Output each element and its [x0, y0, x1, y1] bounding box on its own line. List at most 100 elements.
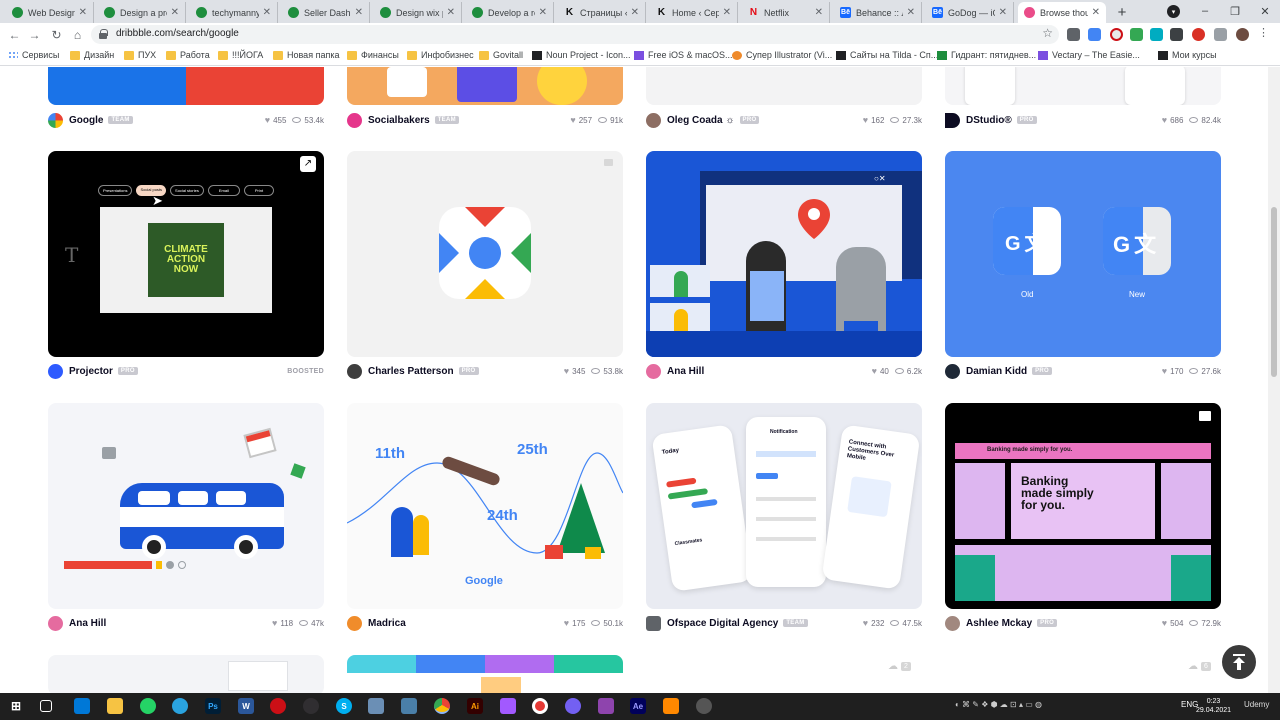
- heart-icon[interactable]: ♥: [570, 115, 575, 125]
- bookmark-folder[interactable]: Govitall: [479, 50, 523, 60]
- bookmark-item[interactable]: Сервисы: [8, 50, 59, 60]
- word-icon[interactable]: W: [238, 698, 254, 714]
- projector-logo-icon[interactable]: [48, 363, 63, 379]
- shot-thumbnail[interactable]: [347, 151, 623, 357]
- after-effects-icon[interactable]: Ae: [630, 698, 646, 714]
- vlc-icon[interactable]: [663, 698, 679, 714]
- author-name[interactable]: Google: [69, 115, 103, 126]
- menu-dots-icon[interactable]: ⋮: [1258, 26, 1271, 39]
- opera-icon[interactable]: [1110, 28, 1123, 41]
- heart-icon[interactable]: ♥: [863, 618, 868, 628]
- scroll-to-top-button[interactable]: [1222, 645, 1256, 679]
- close-tab-icon[interactable]: ✕: [263, 7, 271, 18]
- browser-tab[interactable]: BēBehance :: Лу✕: [834, 2, 922, 23]
- author-name[interactable]: Socialbakers: [368, 115, 430, 126]
- heart-icon[interactable]: ♥: [1162, 366, 1167, 376]
- heart-icon[interactable]: ♥: [1162, 115, 1167, 125]
- reload-button[interactable]: ↻: [49, 27, 64, 42]
- record-icon[interactable]: [532, 698, 548, 714]
- restore-button[interactable]: ❐: [1220, 2, 1250, 20]
- shot-thumbnail[interactable]: [48, 655, 324, 693]
- close-tab-icon[interactable]: ✕: [1092, 7, 1100, 18]
- chrome-icon[interactable]: [434, 698, 450, 714]
- url-text[interactable]: dribbble.com/search/google: [116, 28, 239, 39]
- author-name[interactable]: Damian Kidd: [966, 366, 1027, 377]
- open-external-icon[interactable]: ↗: [300, 156, 316, 172]
- author-name[interactable]: Charles Patterson: [368, 366, 454, 377]
- close-tab-icon[interactable]: ✕: [355, 7, 363, 18]
- avatar[interactable]: [347, 112, 362, 128]
- bookmark-folder[interactable]: Дизайн: [70, 50, 114, 60]
- avatar[interactable]: [347, 615, 362, 631]
- adblock-icon[interactable]: [1192, 28, 1205, 41]
- task-view-icon[interactable]: [40, 700, 52, 712]
- bookmark-item[interactable]: Vectary – The Easie...: [1038, 50, 1140, 60]
- illustrator-icon[interactable]: Ai: [467, 698, 483, 714]
- new-tab-button[interactable]: +: [1113, 3, 1131, 21]
- app-icon[interactable]: [598, 698, 614, 714]
- browser-tab[interactable]: N Netflix ✕: [742, 2, 830, 23]
- shot-thumbnail[interactable]: [48, 67, 324, 105]
- close-tab-icon[interactable]: ✕: [79, 7, 87, 18]
- skype-icon[interactable]: S: [336, 698, 352, 714]
- avatar[interactable]: [945, 363, 960, 379]
- back-button[interactable]: ←: [7, 27, 22, 42]
- bookmark-item[interactable]: Free iOS & macOS...: [634, 50, 733, 60]
- close-tab-icon[interactable]: ✕: [907, 7, 915, 18]
- heart-icon[interactable]: ♥: [863, 115, 868, 125]
- media-control-icon[interactable]: ▾: [1167, 5, 1180, 18]
- bookmark-item[interactable]: Супер Illustrator (Vi...: [732, 50, 832, 60]
- address-bar[interactable]: dribbble.com/search/google ☆: [91, 25, 1059, 44]
- telegram-icon[interactable]: [172, 698, 188, 714]
- opera-icon[interactable]: [270, 698, 286, 714]
- ofspace-logo-icon[interactable]: [646, 615, 661, 631]
- close-tab-icon[interactable]: ✕: [723, 7, 731, 18]
- shot-thumbnail[interactable]: ↗ Presentations Social posts Social stor…: [48, 151, 324, 357]
- heart-icon[interactable]: ♥: [1162, 618, 1167, 628]
- tray-icons[interactable]: ◐ ⌘ ✎ ❖ ⬢ ☁ ⊡ ▴ ▭ ◍: [955, 700, 1042, 709]
- browser-tab[interactable]: KСтраницы ‹ C✕: [558, 2, 646, 23]
- browser-tab[interactable]: Design a prof✕: [98, 2, 186, 23]
- author-name[interactable]: Ofspace Digital Agency: [667, 618, 778, 629]
- close-tab-icon[interactable]: ✕: [999, 7, 1007, 18]
- app-icon[interactable]: [368, 698, 384, 714]
- bookmark-star-icon[interactable]: ☆: [1042, 26, 1053, 40]
- extension-dark-icon[interactable]: [1170, 28, 1183, 41]
- bookmark-folder[interactable]: Работа: [166, 50, 210, 60]
- bookmark-folder[interactable]: Новая папка: [273, 50, 339, 60]
- obs-icon[interactable]: [303, 698, 319, 714]
- bookmark-folder[interactable]: !!!ЙОГА: [218, 50, 263, 60]
- windows-start-icon[interactable]: ⊞: [8, 698, 24, 714]
- extensions-puzzle-icon[interactable]: [1214, 28, 1227, 41]
- page-scrollbar[interactable]: [1268, 67, 1280, 693]
- author-name[interactable]: Madrica: [368, 618, 406, 629]
- bookmark-item[interactable]: Гидрант: пятиднев...: [937, 50, 1036, 60]
- avatar[interactable]: [945, 615, 960, 631]
- bookmark-item[interactable]: Мои курсы: [1158, 50, 1217, 60]
- avatar[interactable]: [347, 363, 362, 379]
- avatar[interactable]: [646, 112, 661, 128]
- bookmark-folder[interactable]: ПУХ: [124, 50, 156, 60]
- viber-icon[interactable]: [565, 698, 581, 714]
- app-icon[interactable]: [401, 698, 417, 714]
- author-name[interactable]: Oleg Coada ☼: [667, 115, 735, 126]
- bookmark-folder[interactable]: Инфобизнес: [407, 50, 474, 60]
- close-tab-icon[interactable]: ✕: [539, 7, 547, 18]
- author-name[interactable]: Ana Hill: [69, 618, 106, 629]
- shot-thumbnail[interactable]: [347, 67, 623, 105]
- profile-avatar-icon[interactable]: [1236, 28, 1249, 41]
- shot-thumbnail[interactable]: Banking made simply for you. Banking mad…: [945, 403, 1221, 609]
- heart-icon[interactable]: ♥: [265, 115, 270, 125]
- google-logo-icon[interactable]: [48, 112, 63, 128]
- forward-button[interactable]: →: [27, 27, 42, 42]
- app-icon[interactable]: [696, 698, 712, 714]
- avatar[interactable]: [48, 615, 63, 631]
- author-name[interactable]: Projector: [69, 366, 113, 377]
- bookmark-item[interactable]: Noun Project - Icon...: [532, 50, 631, 60]
- minimize-button[interactable]: –: [1190, 2, 1220, 20]
- close-tab-icon[interactable]: ✕: [171, 7, 179, 18]
- extension-teal-icon[interactable]: [1150, 28, 1163, 41]
- author-name[interactable]: Ashlee Mckay: [966, 618, 1032, 629]
- extension-blue-icon[interactable]: [1088, 28, 1101, 41]
- browser-tab[interactable]: Develop a res✕: [466, 2, 554, 23]
